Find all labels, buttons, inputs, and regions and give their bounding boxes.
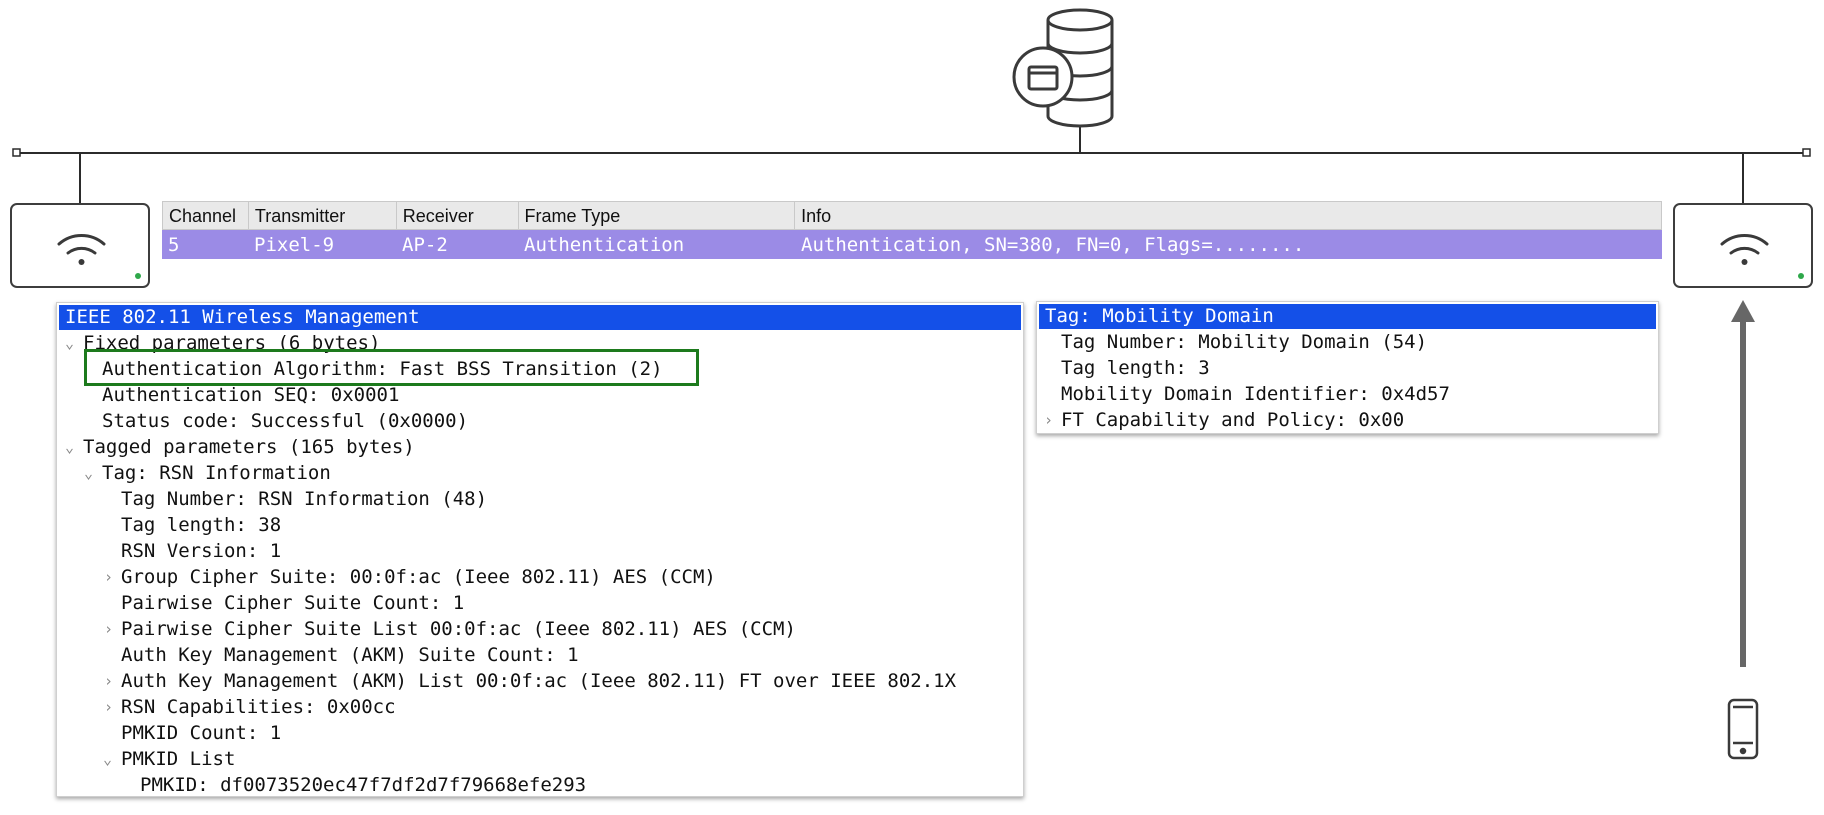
tree-label: Tag: RSN Information <box>102 462 331 484</box>
chevron-right-icon[interactable]: › <box>104 616 113 642</box>
tree-field-md-tag-length[interactable]: Tag length: 3 <box>1037 355 1658 381</box>
tree-field-status-code[interactable]: Status code: Successful (0x0000) <box>57 408 1023 434</box>
access-point-1 <box>10 203 150 288</box>
tree-field-md-identifier[interactable]: Mobility Domain Identifier: 0x4d57 <box>1037 381 1658 407</box>
column-header-receiver[interactable]: Receiver <box>397 202 519 229</box>
tree-label: Status code: Successful (0x0000) <box>102 410 469 432</box>
tree-label: Tag length: 38 <box>121 514 282 536</box>
tree-label: FT Capability and Policy: 0x00 <box>1061 409 1405 431</box>
tree-field-rsn-version[interactable]: RSN Version: 1 <box>57 538 1023 564</box>
ap-status-led <box>135 273 141 279</box>
pane-title-mobility-domain[interactable]: Tag: Mobility Domain <box>1039 304 1656 329</box>
tree-node-pmkid-list[interactable]: ⌄ PMKID List <box>57 746 1023 772</box>
tree-label: Auth Key Management (AKM) List 00:0f:ac … <box>121 670 957 692</box>
tree-node-group-cipher[interactable]: › Group Cipher Suite: 00:0f:ac (Ieee 802… <box>57 564 1023 590</box>
smartphone-icon <box>1727 698 1759 760</box>
roam-arrow-head <box>1731 300 1755 322</box>
tree-node-rsn-capabilities[interactable]: › RSN Capabilities: 0x00cc <box>57 694 1023 720</box>
tree-label: Tag length: 3 <box>1061 357 1210 379</box>
pane-title-wireless-management[interactable]: IEEE 802.11 Wireless Management <box>59 305 1021 330</box>
highlight-box <box>84 349 699 386</box>
tree-field-akm-count[interactable]: Auth Key Management (AKM) Suite Count: 1 <box>57 642 1023 668</box>
cell-transmitter: Pixel-9 <box>254 234 335 256</box>
tree-field-pmkid-count[interactable]: PMKID Count: 1 <box>57 720 1023 746</box>
tree-field-tag-number[interactable]: Tag Number: RSN Information (48) <box>57 486 1023 512</box>
tree-field-pmkid[interactable]: PMKID: df0073520ec47f7df2d7f79668efe293 <box>57 772 1023 798</box>
cell-channel: 5 <box>168 234 180 256</box>
cell-receiver: AP-2 <box>402 234 448 256</box>
chevron-right-icon[interactable]: › <box>104 564 113 590</box>
chevron-down-icon[interactable]: ⌄ <box>65 434 74 460</box>
mobility-domain-pane: Tag: Mobility Domain Tag Number: Mobilit… <box>1036 301 1659 434</box>
chevron-right-icon[interactable]: › <box>1044 407 1053 433</box>
database-server-icon <box>1012 8 1114 128</box>
tree-label: Group Cipher Suite: 00:0f:ac (Ieee 802.1… <box>121 566 716 588</box>
chevron-down-icon[interactable]: ⌄ <box>103 746 112 772</box>
tree-field-md-tag-number[interactable]: Tag Number: Mobility Domain (54) <box>1037 329 1658 355</box>
tree-label: RSN Version: 1 <box>121 540 282 562</box>
column-header-channel[interactable]: Channel <box>163 202 249 229</box>
backbone-end-right <box>1802 148 1811 157</box>
tree-label: RSN Capabilities: 0x00cc <box>121 696 396 718</box>
tree-node-rsn-information[interactable]: ⌄ Tag: RSN Information <box>57 460 1023 486</box>
wifi-icon <box>57 234 141 279</box>
backbone-end-left <box>12 148 21 157</box>
access-point-2 <box>1673 203 1813 288</box>
tree-label: Tag Number: RSN Information (48) <box>121 488 488 510</box>
tree-node-pairwise-list[interactable]: › Pairwise Cipher Suite List 00:0f:ac (I… <box>57 616 1023 642</box>
cell-info: Authentication, SN=380, FN=0, Flags=....… <box>801 234 1305 256</box>
tree-node-akm-list[interactable]: › Auth Key Management (AKM) List 00:0f:a… <box>57 668 1023 694</box>
table-row[interactable]: 5 Pixel-9 AP-2 Authentication Authentica… <box>162 230 1662 259</box>
column-header-frame-type[interactable]: Frame Type <box>519 202 796 229</box>
packet-list: Channel Transmitter Receiver Frame Type … <box>162 201 1662 260</box>
tree-label: Pairwise Cipher Suite Count: 1 <box>121 592 465 614</box>
packet-list-header: Channel Transmitter Receiver Frame Type … <box>162 201 1662 230</box>
tree-label: Pairwise Cipher Suite List 00:0f:ac (Iee… <box>121 618 796 640</box>
tree-node-tagged-parameters[interactable]: ⌄ Tagged parameters (165 bytes) <box>57 434 1023 460</box>
tree-label: PMKID Count: 1 <box>121 722 282 744</box>
chevron-down-icon[interactable]: ⌄ <box>84 460 93 486</box>
chevron-down-icon[interactable]: ⌄ <box>65 330 74 356</box>
chevron-right-icon[interactable]: › <box>104 694 113 720</box>
tree-label: PMKID: df0073520ec47f7df2d7f79668efe293 <box>140 774 587 796</box>
tree-label: Tag Number: Mobility Domain (54) <box>1061 331 1428 353</box>
cell-frame-type: Authentication <box>524 234 685 256</box>
tree-label: PMKID List <box>121 748 236 770</box>
column-header-transmitter[interactable]: Transmitter <box>249 202 397 229</box>
tree-label: Tagged parameters (165 bytes) <box>83 436 415 458</box>
tree-label: Auth Key Management (AKM) Suite Count: 1 <box>121 644 579 666</box>
chevron-right-icon[interactable]: › <box>104 668 113 694</box>
tree-field-pairwise-count[interactable]: Pairwise Cipher Suite Count: 1 <box>57 590 1023 616</box>
ap-status-led <box>1798 273 1804 279</box>
tree-node-ft-capability[interactable]: › FT Capability and Policy: 0x00 <box>1037 407 1658 433</box>
wifi-icon <box>1720 234 1804 279</box>
tree-label: Mobility Domain Identifier: 0x4d57 <box>1061 383 1450 405</box>
tree-field-tag-length[interactable]: Tag length: 38 <box>57 512 1023 538</box>
column-header-info[interactable]: Info <box>795 202 1661 229</box>
